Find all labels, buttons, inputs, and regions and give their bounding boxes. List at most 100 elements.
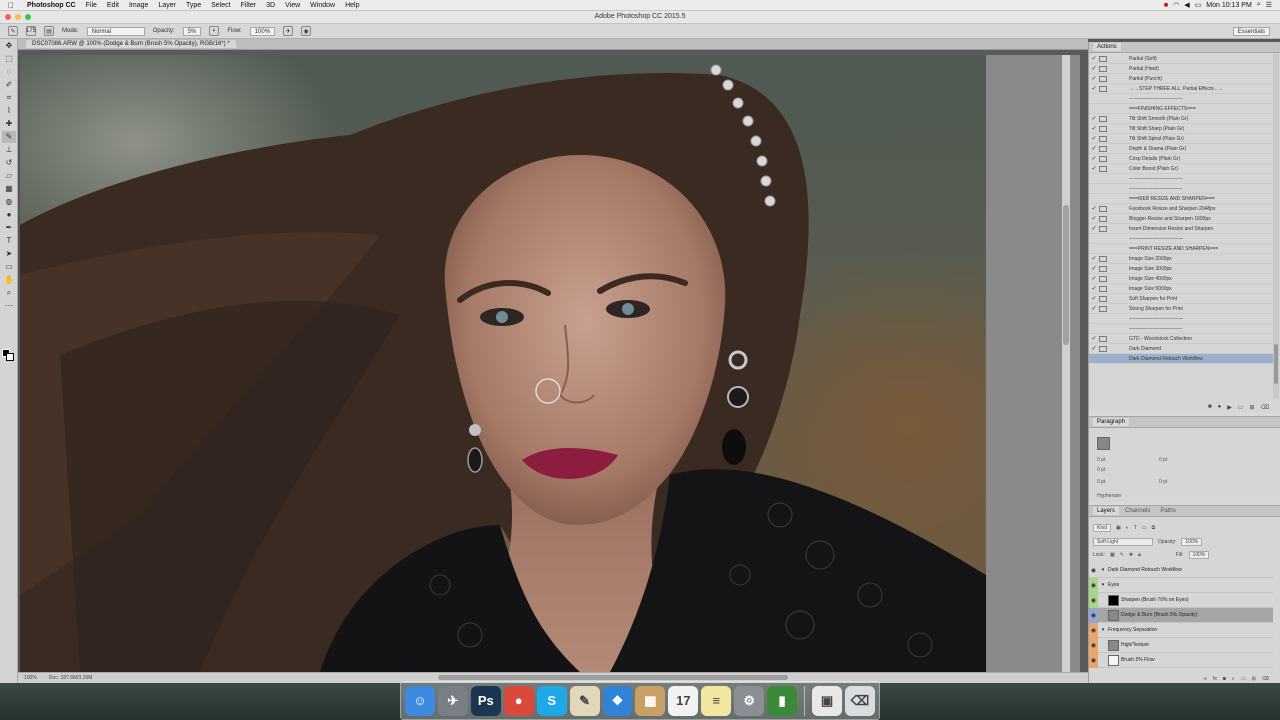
- action-row[interactable]: ✓ Partial (Punch): [1089, 74, 1273, 84]
- action-row[interactable]: --------------------------------: [1089, 324, 1273, 334]
- layer-row[interactable]: ◉ ▾ Frequency Separation: [1089, 622, 1273, 638]
- dialog-toggle[interactable]: [1099, 215, 1107, 222]
- group-fold-icon[interactable]: ▾: [1098, 567, 1108, 573]
- size-pressure-icon[interactable]: ◉: [301, 26, 312, 36]
- dialog-toggle[interactable]: [1099, 345, 1107, 352]
- clone-stamp-tool-icon[interactable]: ⊥: [2, 144, 16, 156]
- document-tab[interactable]: DSC07086.ARW @ 100% (Dodge & Burn (Brush…: [26, 40, 236, 48]
- dialog-toggle[interactable]: [1099, 55, 1107, 62]
- tab-channels[interactable]: Channels: [1121, 507, 1154, 515]
- action-row[interactable]: --------------------------------: [1089, 314, 1273, 324]
- action-toggle-checkbox[interactable]: ✓: [1089, 335, 1099, 342]
- action-toggle-checkbox[interactable]: ✓: [1089, 285, 1099, 292]
- dialog-toggle[interactable]: [1099, 65, 1107, 72]
- filter-pixel-icon[interactable]: ▣: [1116, 525, 1121, 531]
- kind-filter-dropdown[interactable]: Kind: [1093, 523, 1112, 532]
- action-toggle-checkbox[interactable]: ✓: [1089, 265, 1099, 272]
- dialog-toggle[interactable]: [1099, 326, 1107, 332]
- brush-preset-picker[interactable]: 175: [26, 26, 36, 36]
- action-row[interactable]: --------------------------------: [1089, 234, 1273, 244]
- system-preferences-icon[interactable]: ⚙: [734, 685, 765, 716]
- mode-dropdown[interactable]: Normal: [86, 26, 145, 36]
- visibility-eye-icon[interactable]: ◉: [1089, 592, 1098, 608]
- finder-icon[interactable]: ☺: [405, 685, 435, 716]
- canvas-scroll-thumb[interactable]: [1063, 205, 1069, 345]
- layer-thumbnail[interactable]: [1108, 609, 1119, 621]
- opacity-field[interactable]: 5%: [182, 26, 202, 36]
- pen-tool-icon[interactable]: ✒: [2, 222, 16, 234]
- zoom-level[interactable]: 100%: [24, 675, 37, 681]
- delete-action-icon[interactable]: ⌫: [1261, 404, 1269, 411]
- paragraph-align-swatch[interactable]: [1097, 437, 1110, 450]
- actions-scrollbar[interactable]: [1273, 54, 1279, 399]
- dialog-toggle[interactable]: [1099, 246, 1107, 252]
- action-row[interactable]: ✓ GTD - Woodstock Collection: [1089, 334, 1273, 344]
- terminal-icon[interactable]: ▮: [767, 685, 798, 716]
- stop-icon[interactable]: ■: [1208, 404, 1212, 410]
- menu-filter[interactable]: Filter: [236, 2, 262, 9]
- layer-opacity-field[interactable]: 100%: [1181, 537, 1203, 546]
- menu-file[interactable]: File: [81, 2, 102, 9]
- space-before-field[interactable]: 0 pt: [1097, 479, 1105, 485]
- menu-window[interactable]: Window: [305, 2, 340, 9]
- dodge-tool-icon[interactable]: ●: [2, 209, 16, 221]
- blur-tool-icon[interactable]: ◍: [2, 196, 16, 208]
- script-editor-icon[interactable]: ✎: [569, 685, 600, 716]
- move-tool-icon[interactable]: ✥: [2, 40, 16, 52]
- layer-name[interactable]: Eyes: [1108, 582, 1119, 588]
- action-row[interactable]: ✓ Color Boost (Plain Gr): [1089, 164, 1273, 174]
- dialog-toggle[interactable]: [1099, 165, 1107, 172]
- type-tool-icon[interactable]: T: [2, 235, 16, 247]
- play-icon[interactable]: ▶: [1227, 404, 1232, 411]
- spotlight-icon[interactable]: ⌕: [1257, 1, 1261, 9]
- dialog-toggle[interactable]: [1099, 285, 1107, 292]
- visibility-eye-icon[interactable]: ◉: [1089, 563, 1098, 578]
- action-row[interactable]: ✓ Tilt Shift Sharp (Plain Gr): [1089, 124, 1273, 134]
- action-row[interactable]: ✓ Image Size 5000px: [1089, 284, 1273, 294]
- paragraph-tab[interactable]: Paragraph: [1093, 418, 1130, 426]
- eyedropper-tool-icon[interactable]: ⌇: [2, 105, 16, 117]
- canvas-vertical-scrollbar[interactable]: [1062, 55, 1070, 672]
- action-row[interactable]: ✓ Image Size 3000px: [1089, 264, 1273, 274]
- hand-tool-icon[interactable]: ✋: [2, 274, 16, 286]
- dialog-toggle[interactable]: [1099, 196, 1107, 202]
- canvas-horizontal-scrollbar[interactable]: [438, 675, 788, 680]
- gradient-tool-icon[interactable]: ▦: [2, 183, 16, 195]
- clock[interactable]: Mon 10:13 PM: [1206, 2, 1252, 9]
- visibility-eye-icon[interactable]: ◉: [1089, 622, 1098, 638]
- action-row[interactable]: ✓ Dark Diamond: [1089, 344, 1273, 354]
- notification-center-icon[interactable]: ☰: [1266, 1, 1272, 9]
- fill-field[interactable]: 100%: [1188, 550, 1210, 559]
- dialog-toggle[interactable]: [1099, 205, 1107, 212]
- action-row[interactable]: ✓ Image Size 4000px: [1089, 274, 1273, 284]
- apple-menu-icon[interactable]: : [0, 1, 22, 10]
- document-size[interactable]: Doc: 187.6M/3.26M: [49, 675, 93, 681]
- brush-tool-icon[interactable]: ✎: [2, 131, 16, 143]
- notes-icon[interactable]: ≡: [701, 685, 732, 716]
- dialog-toggle[interactable]: [1099, 106, 1107, 112]
- dialog-toggle[interactable]: [1099, 176, 1107, 182]
- layer-name[interactable]: High/Texture: [1121, 642, 1149, 648]
- action-row[interactable]: ✓ Blogger Resize and Sharpen 1600px: [1089, 214, 1273, 224]
- action-row[interactable]: ✓ Tilt Shift Spiral (Plain Gr): [1089, 134, 1273, 144]
- photo-canvas[interactable]: [20, 55, 986, 672]
- lasso-tool-icon[interactable]: ◌: [2, 66, 16, 78]
- layer-thumbnail[interactable]: [1108, 654, 1119, 666]
- trash-icon[interactable]: ⌫: [844, 685, 875, 716]
- action-toggle-checkbox[interactable]: ✓: [1089, 345, 1099, 352]
- workspace-switcher[interactable]: Essentials: [1232, 26, 1270, 36]
- quick-select-tool-icon[interactable]: ✐: [2, 79, 16, 91]
- menu-type[interactable]: Type: [181, 2, 206, 9]
- dialog-toggle[interactable]: [1099, 305, 1107, 312]
- action-row[interactable]: ✓ Image Size 2000px: [1089, 254, 1273, 264]
- dialog-toggle[interactable]: [1099, 335, 1107, 342]
- archive-icon[interactable]: ▦: [635, 685, 666, 716]
- tab-layers[interactable]: Layers: [1093, 507, 1120, 515]
- dialog-toggle[interactable]: [1099, 145, 1107, 152]
- layer-name[interactable]: Dodge & Burn (Brush 5% Opacity): [1121, 612, 1197, 618]
- hyphenate-checkbox[interactable]: Hyphenate: [1097, 493, 1121, 499]
- photoshop-icon[interactable]: Ps: [470, 685, 501, 716]
- action-row[interactable]: ✓ Partial (Hard): [1089, 64, 1273, 74]
- action-toggle-checkbox[interactable]: ✓: [1089, 75, 1099, 82]
- filter-adjustment-icon[interactable]: ◐: [1126, 525, 1129, 531]
